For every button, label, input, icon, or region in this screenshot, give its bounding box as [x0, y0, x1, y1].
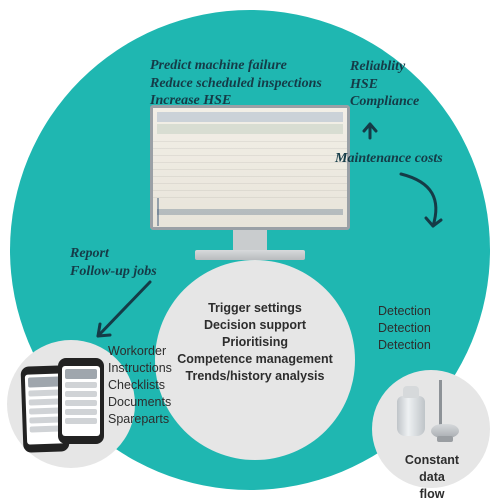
text-line: Detection [378, 320, 478, 337]
text-line: flow [392, 486, 472, 500]
monitor-graphic [150, 105, 350, 265]
text-line: Trends/history analysis [160, 368, 350, 385]
text-line: Increase HSE [150, 92, 350, 110]
monitor-benefits-label: Predict machine failure Reduce scheduled… [150, 57, 350, 110]
outcomes-up-label: Reliablity HSE Compliance [350, 58, 470, 111]
diagram-canvas: Predict machine failure Reduce scheduled… [0, 0, 500, 500]
text-line: Constant data [392, 452, 472, 486]
text-line: Competence management [160, 351, 350, 368]
text-line: Reliablity [350, 58, 470, 76]
mobile-devices-graphic [20, 358, 120, 453]
text-line: Maintenance costs [335, 151, 443, 166]
phone-icon [58, 358, 104, 444]
text-line: Decision support [160, 317, 350, 334]
detection-label: Detection Detection Detection [378, 303, 478, 354]
constant-data-flow-label: Constant data flow [392, 452, 472, 500]
maintenance-costs-label: Maintenance costs [335, 150, 485, 168]
text-line: Follow-up jobs [70, 263, 190, 281]
monitor-screen [150, 105, 350, 230]
text-line: Trigger settings [160, 300, 350, 317]
text-line: Detection [378, 337, 478, 354]
text-line: Reduce scheduled inspections [150, 75, 350, 93]
report-label: Report Follow-up jobs [70, 245, 190, 280]
text-line: Spareparts [108, 411, 208, 428]
sensor-graphic [393, 380, 468, 450]
text-line: Report [70, 245, 190, 263]
text-line: Compliance [350, 93, 470, 111]
text-line: Documents [108, 394, 208, 411]
text-line: Detection [378, 303, 478, 320]
center-capabilities-label: Trigger settings Decision support Priori… [160, 300, 350, 384]
text-line: Prioritising [160, 334, 350, 351]
text-line: Predict machine failure [150, 57, 350, 75]
text-line: HSE [350, 76, 470, 94]
